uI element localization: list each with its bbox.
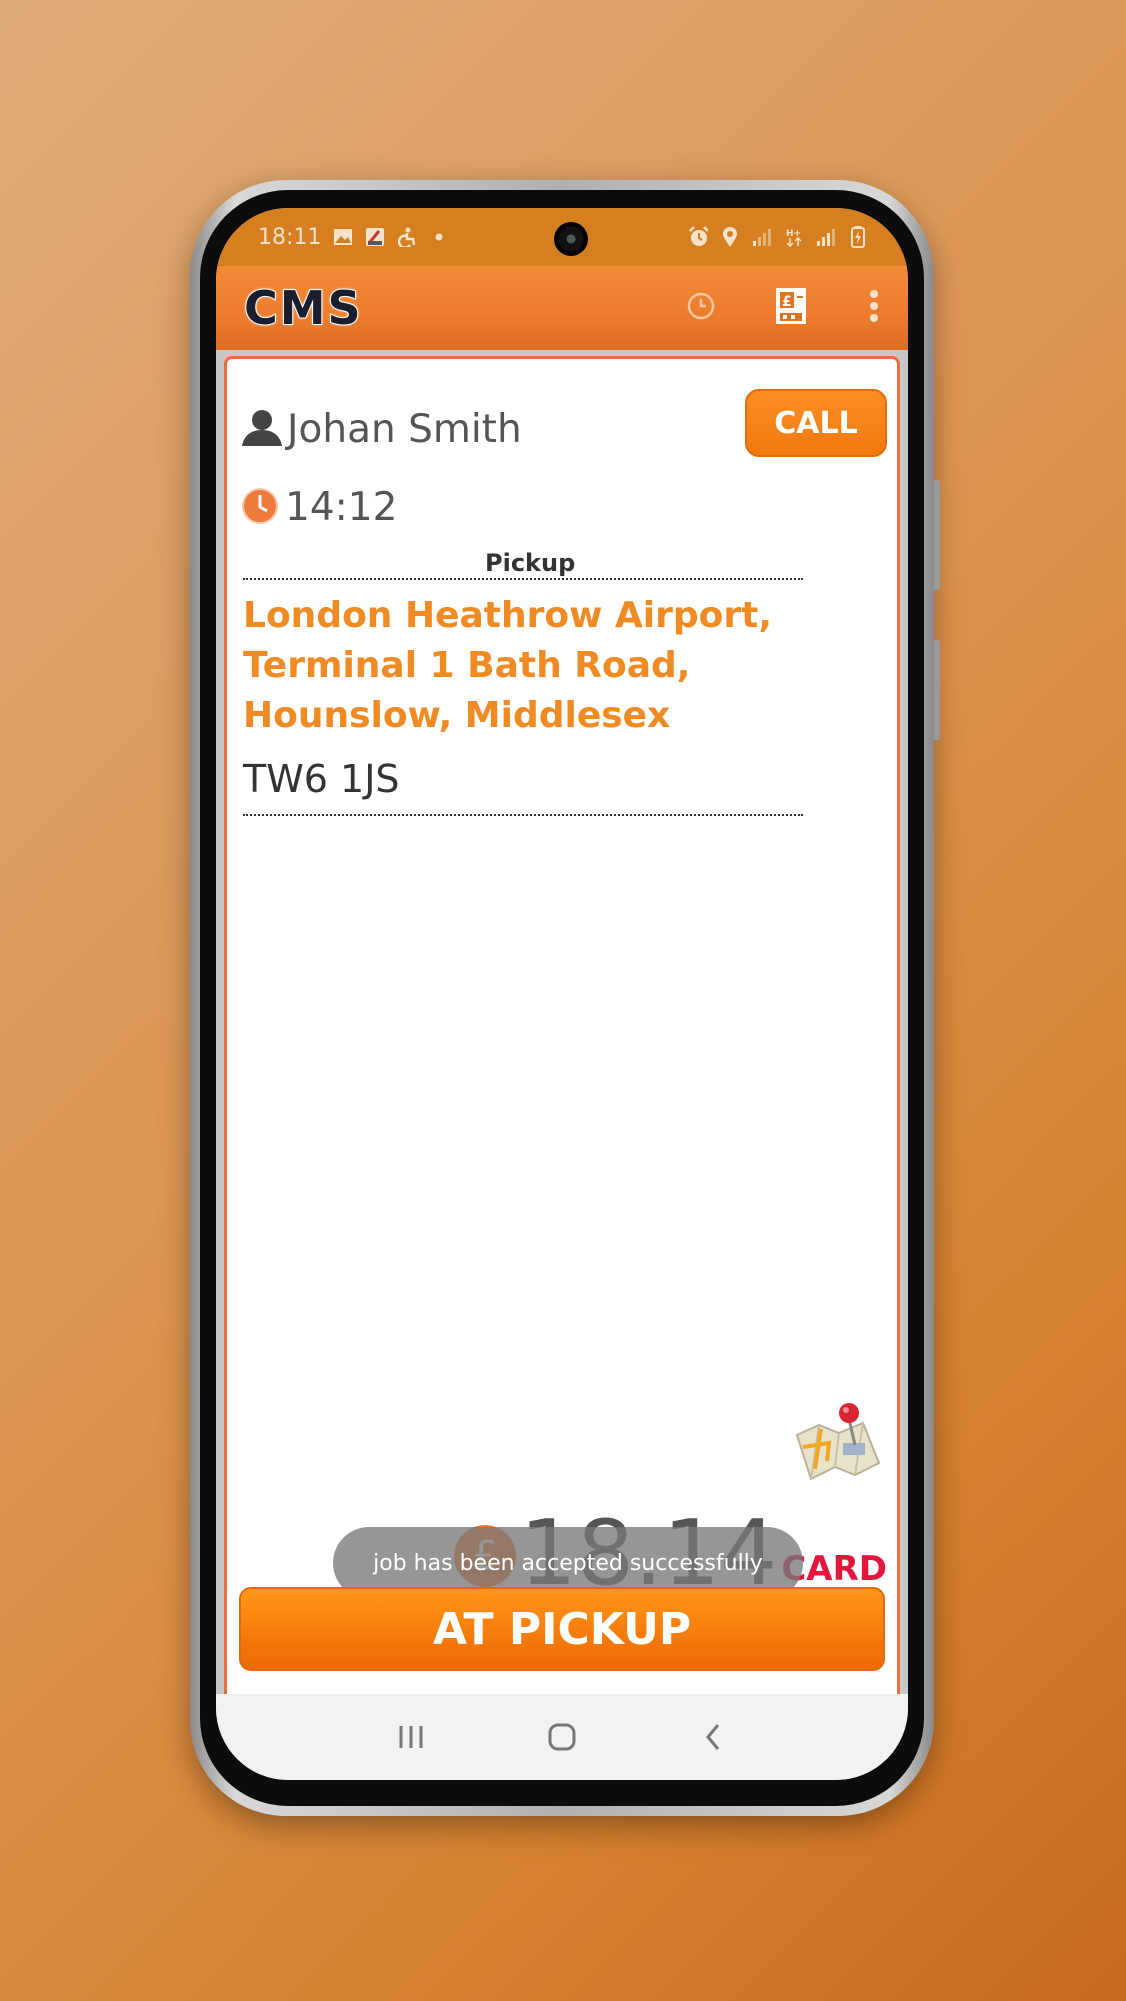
back-icon[interactable] <box>683 1712 743 1762</box>
app-notification-icon <box>365 227 385 247</box>
call-button[interactable]: CALL <box>745 389 887 457</box>
pickup-postcode: TW6 1JS <box>243 757 400 801</box>
alarm-icon <box>688 226 708 247</box>
dot-icon <box>429 227 449 247</box>
location-icon <box>720 227 740 247</box>
job-details-panel: Johan Smith CALL 14:12 Pickup London Hea… <box>224 356 900 1702</box>
pickup-address: London Heathrow Airport, Terminal 1 Bath… <box>243 595 773 736</box>
battery-icon <box>848 226 868 248</box>
fare-meter-icon[interactable]: £ <box>774 286 810 330</box>
app-bar: CMS £ <box>216 266 908 350</box>
pickup-time-row: 14:12 <box>241 485 397 530</box>
pickup-time: 14:12 <box>285 485 398 530</box>
section-label: Pickup <box>485 549 576 577</box>
front-camera <box>554 222 588 256</box>
power-button <box>934 640 940 740</box>
home-icon[interactable] <box>532 1712 592 1762</box>
screen: 18:11 H+ CMS £ Johan Smith CALL 14:12 Pi… <box>216 208 908 1780</box>
phone-bezel: 18:11 H+ CMS £ Johan Smith CALL 14:12 Pi… <box>200 190 924 1806</box>
divider <box>243 814 803 816</box>
signal-icon <box>752 227 772 247</box>
phone-frame: 18:11 H+ CMS £ Johan Smith CALL 14:12 Pi… <box>190 180 940 1816</box>
recents-icon[interactable] <box>381 1712 441 1762</box>
accessibility-icon <box>397 227 417 247</box>
gallery-icon <box>333 227 353 247</box>
clock-icon[interactable] <box>686 291 716 325</box>
clock-icon <box>241 487 279 529</box>
system-nav-bar <box>216 1694 908 1780</box>
signal-icon <box>816 227 836 247</box>
svg-text:£: £ <box>782 294 792 310</box>
person-icon <box>241 408 283 452</box>
app-logo: CMS <box>243 280 363 336</box>
at-pickup-button[interactable]: AT PICKUP <box>239 1587 885 1671</box>
data-icon: H+ <box>784 227 804 247</box>
passenger-name: Johan Smith <box>287 407 522 452</box>
divider <box>243 578 803 580</box>
volume-button <box>934 480 940 590</box>
map-icon[interactable] <box>793 1399 883 1489</box>
passenger-row: Johan Smith <box>241 407 522 452</box>
status-time: 18:11 <box>258 224 322 250</box>
svg-text:H+: H+ <box>786 229 801 239</box>
more-vert-icon[interactable] <box>868 289 880 327</box>
